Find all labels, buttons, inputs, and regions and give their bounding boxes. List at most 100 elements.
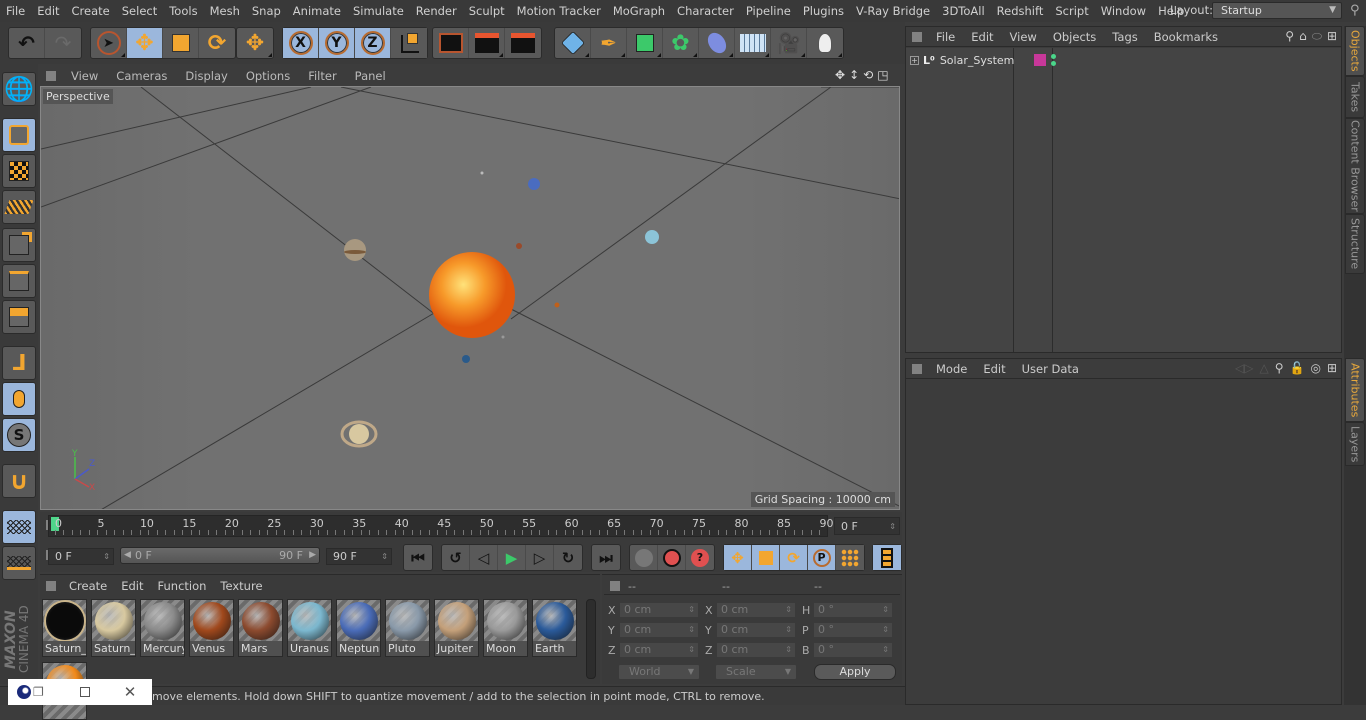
tab-objects[interactable]: Objects bbox=[1345, 26, 1365, 76]
coordinate-mode-select[interactable]: Scale ▼ bbox=[715, 664, 797, 680]
menu-vray-bridge[interactable]: V-Ray Bridge bbox=[850, 4, 936, 18]
render-picture-viewer-button[interactable] bbox=[469, 28, 505, 58]
object-menu-edit[interactable]: Edit bbox=[963, 30, 1001, 44]
coordinate-system-button[interactable] bbox=[391, 28, 427, 58]
menu-create[interactable]: Create bbox=[66, 4, 116, 18]
menu-file[interactable]: File bbox=[0, 4, 31, 18]
solo-button[interactable]: S bbox=[2, 418, 36, 452]
pen-spline-button[interactable]: ✒ bbox=[591, 28, 627, 58]
edges-mode-button[interactable] bbox=[2, 264, 36, 298]
up-arrow-icon[interactable]: △ bbox=[1259, 361, 1268, 375]
grip-icon[interactable] bbox=[46, 71, 56, 81]
layout-select[interactable]: Startup ▼ bbox=[1212, 2, 1342, 19]
current-frame-field[interactable]: 0 F ⇕ bbox=[834, 517, 900, 535]
menu-window[interactable]: Window bbox=[1095, 4, 1152, 18]
restore-icon[interactable]: ❐ bbox=[33, 685, 44, 699]
rotate-tool-button[interactable]: ⟳ bbox=[199, 28, 235, 58]
maximize-icon[interactable]: ◳ bbox=[877, 68, 888, 82]
material-item[interactable]: Pluto bbox=[385, 599, 430, 657]
spinner-icon[interactable]: ⇕ bbox=[882, 643, 889, 657]
coordinate-field[interactable]: 0 ° ⇕ bbox=[813, 602, 893, 618]
model-mode-button[interactable] bbox=[2, 118, 36, 152]
menu-select[interactable]: Select bbox=[116, 4, 163, 18]
attribute-menu-edit[interactable]: Edit bbox=[975, 362, 1013, 376]
back-arrow-icon[interactable]: ◁▷ bbox=[1235, 361, 1253, 375]
spinner-icon[interactable]: ⇕ bbox=[688, 643, 695, 657]
menu-plugins[interactable]: Plugins bbox=[797, 4, 850, 18]
cloner-button[interactable]: ✿ bbox=[663, 28, 699, 58]
viewport-menu-display[interactable]: Display bbox=[176, 69, 236, 83]
material-menu-edit[interactable]: Edit bbox=[114, 579, 150, 593]
material-item[interactable]: Saturn_( bbox=[91, 599, 136, 657]
grip-icon[interactable] bbox=[912, 363, 922, 374]
render-view-button[interactable] bbox=[433, 28, 469, 58]
timeline-window-button[interactable] bbox=[873, 545, 901, 570]
undo-button[interactable]: ↶ bbox=[9, 28, 45, 58]
play-button[interactable]: ▶ bbox=[498, 545, 526, 570]
new-window-icon[interactable]: ⊞ bbox=[1327, 361, 1337, 375]
viewport-menu-cameras[interactable]: Cameras bbox=[107, 69, 176, 83]
z-axis-button[interactable]: Z bbox=[355, 28, 391, 58]
menu-3dtoall[interactable]: 3DToAll bbox=[936, 4, 991, 18]
menu-pipeline[interactable]: Pipeline bbox=[740, 4, 797, 18]
tweak-mode-button[interactable] bbox=[2, 382, 36, 416]
grip-icon[interactable] bbox=[46, 581, 56, 591]
tab-structure[interactable]: Structure bbox=[1345, 214, 1365, 274]
record-key-button[interactable] bbox=[630, 545, 658, 570]
attribute-menu-user-data[interactable]: User Data bbox=[1014, 362, 1087, 376]
material-item[interactable]: Neptune bbox=[336, 599, 381, 657]
menu-render[interactable]: Render bbox=[410, 4, 463, 18]
key-pla-button[interactable] bbox=[836, 545, 864, 570]
menu-edit[interactable]: Edit bbox=[31, 4, 65, 18]
live-selection-button[interactable]: ➤ bbox=[91, 28, 127, 58]
menu-redshift[interactable]: Redshift bbox=[991, 4, 1050, 18]
cube-button[interactable] bbox=[555, 28, 591, 58]
menu-tools[interactable]: Tools bbox=[163, 4, 203, 18]
axis-mode-button[interactable]: ⅃ bbox=[2, 346, 36, 380]
object-menu-objects[interactable]: Objects bbox=[1045, 30, 1104, 44]
workplane-rotate-button[interactable] bbox=[2, 546, 36, 580]
tab-attributes[interactable]: Attributes bbox=[1345, 358, 1365, 422]
scale-tool-button[interactable] bbox=[163, 28, 199, 58]
object-menu-bookmarks[interactable]: Bookmarks bbox=[1146, 30, 1226, 44]
material-item[interactable]: Saturn_r bbox=[42, 599, 87, 657]
workplane-mode-button[interactable] bbox=[2, 190, 36, 224]
spinner-icon[interactable]: ⇕ bbox=[882, 603, 889, 617]
pan-icon[interactable]: ✥ bbox=[835, 68, 845, 82]
material-item[interactable]: Earth bbox=[532, 599, 577, 657]
coordinate-space-select[interactable]: World ▼ bbox=[618, 664, 700, 680]
orbit-icon[interactable]: ⟲ bbox=[863, 68, 873, 82]
grip-icon[interactable] bbox=[912, 31, 922, 42]
material-item[interactable]: Mars bbox=[238, 599, 283, 657]
apply-button[interactable]: Apply bbox=[814, 664, 896, 680]
grip-icon[interactable] bbox=[610, 581, 620, 591]
floor-button[interactable] bbox=[735, 28, 771, 58]
light-button[interactable] bbox=[807, 28, 843, 58]
spinner-icon[interactable]: ⇕ bbox=[103, 549, 110, 564]
coordinate-field[interactable]: 0 ° ⇕ bbox=[813, 622, 893, 638]
search-icon[interactable]: ⚲ bbox=[1350, 3, 1360, 18]
x-axis-button[interactable]: X bbox=[283, 28, 319, 58]
coordinate-field[interactable]: 0 cm ⇕ bbox=[619, 602, 699, 618]
material-item[interactable]: Venus bbox=[189, 599, 234, 657]
object-menu-tags[interactable]: Tags bbox=[1104, 30, 1145, 44]
points-mode-button[interactable] bbox=[2, 228, 36, 262]
spinner-icon[interactable]: ⇕ bbox=[785, 643, 792, 657]
viewport-menu-panel[interactable]: Panel bbox=[346, 69, 395, 83]
spinner-icon[interactable]: ⇕ bbox=[882, 623, 889, 637]
range-right-arrow-icon[interactable]: ▶ bbox=[309, 548, 316, 563]
material-item[interactable]: Uranus bbox=[287, 599, 332, 657]
material-item[interactable]: Jupiter bbox=[434, 599, 479, 657]
object-menu-view[interactable]: View bbox=[1002, 30, 1045, 44]
subdivision-button[interactable] bbox=[627, 28, 663, 58]
start-frame-field[interactable]: 0 F ⇕ bbox=[48, 548, 114, 565]
material-menu-create[interactable]: Create bbox=[62, 579, 114, 593]
object-menu-file[interactable]: File bbox=[928, 30, 963, 44]
spinner-icon[interactable]: ⇕ bbox=[889, 518, 896, 535]
spinner-icon[interactable]: ⇕ bbox=[381, 549, 388, 564]
tab-takes[interactable]: Takes bbox=[1345, 76, 1365, 118]
coordinate-field[interactable]: 0 cm ⇕ bbox=[619, 642, 699, 658]
spinner-icon[interactable]: ⇕ bbox=[688, 603, 695, 617]
end-frame-field[interactable]: 90 F ⇕ bbox=[326, 548, 392, 565]
lock-icon[interactable]: 🔓 bbox=[1290, 361, 1305, 375]
